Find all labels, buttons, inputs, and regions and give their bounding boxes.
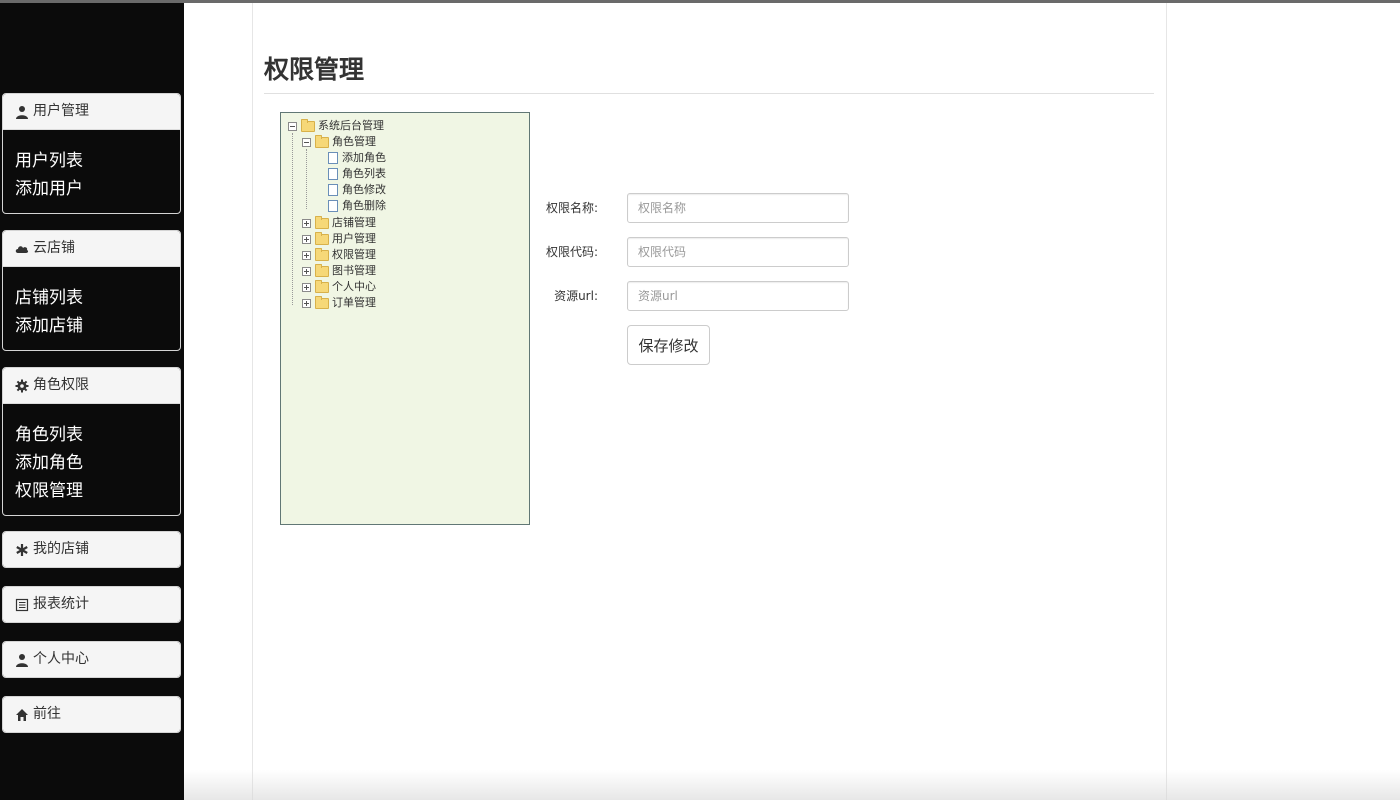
permission-tree: 系统后台管理 角色管理 添加角色 角色列表 角色修改 角色删除 店铺管理 用户管…	[280, 112, 530, 525]
sidebar-item-role-list[interactable]: 角色列表	[15, 421, 180, 449]
gear-icon	[15, 379, 29, 392]
cloud-icon	[15, 245, 29, 253]
file-icon	[328, 168, 338, 180]
sidebar-panel-personal-center: 个人中心	[2, 641, 181, 678]
collapse-icon[interactable]	[302, 137, 311, 147]
tree-node-label: 系统后台管理	[318, 119, 384, 132]
sidebar-item-permission-management[interactable]: 权限管理	[15, 477, 180, 505]
permission-name-label: 权限名称:	[545, 201, 598, 215]
folder-icon	[315, 263, 329, 277]
sidebar-item-add-user[interactable]: 添加用户	[15, 175, 180, 203]
sidebar-panel-go: 前往	[2, 696, 181, 733]
tree-node-shop-management[interactable]: 店铺管理	[302, 215, 376, 231]
expand-icon[interactable]	[302, 234, 311, 244]
save-changes-button[interactable]: 保存修改	[627, 325, 710, 365]
resource-url-input[interactable]	[627, 281, 849, 311]
folder-icon	[315, 231, 329, 245]
sidebar-panel-header-go[interactable]: 前往	[3, 697, 180, 732]
tree-node-label: 角色修改	[342, 183, 386, 196]
tree-node-label: 权限管理	[332, 248, 376, 261]
sidebar-panel-header-personal-center[interactable]: 个人中心	[3, 642, 180, 677]
tree-node-role-management[interactable]: 角色管理	[302, 134, 376, 150]
sidebar-panel-body: 店铺列表 添加店铺	[3, 267, 180, 350]
sidebar: 用户管理 用户列表 添加用户 云店铺 店铺列表 添加店铺 角色权限 角色列表 添…	[0, 3, 184, 800]
sidebar-panel-header-report-stats[interactable]: 报表统计	[3, 587, 180, 622]
permission-name-input[interactable]	[627, 193, 849, 223]
expand-icon[interactable]	[302, 266, 311, 276]
tree-node-edit-role[interactable]: 角色修改	[328, 182, 386, 198]
sidebar-panel-title: 用户管理	[33, 103, 89, 119]
collapse-icon[interactable]	[288, 121, 297, 131]
tree-node-order-management[interactable]: 订单管理	[302, 295, 376, 311]
expand-icon[interactable]	[302, 250, 311, 260]
tree-node-personal-center[interactable]: 个人中心	[302, 279, 376, 295]
sidebar-panel-title: 角色权限	[33, 377, 89, 393]
tree-node-label: 图书管理	[332, 264, 376, 277]
bottom-shadow	[184, 770, 1400, 800]
tree-node-label: 角色管理	[332, 135, 376, 148]
sidebar-panel-user-management: 用户管理 用户列表 添加用户	[2, 93, 181, 214]
sidebar-panel-report-stats: 报表统计	[2, 586, 181, 623]
expand-icon[interactable]	[302, 298, 311, 308]
resource-url-label: 资源url:	[554, 289, 598, 303]
tree-node-label: 订单管理	[332, 296, 376, 309]
sidebar-item-shop-list[interactable]: 店铺列表	[15, 284, 180, 312]
tree-node-label: 个人中心	[332, 280, 376, 293]
tree-node-root[interactable]: 系统后台管理	[288, 118, 384, 134]
tree-node-user-management[interactable]: 用户管理	[302, 231, 376, 247]
tree-connector	[292, 133, 293, 305]
sidebar-item-add-role[interactable]: 添加角色	[15, 449, 180, 477]
sidebar-panel-header-user-management[interactable]: 用户管理	[3, 94, 180, 130]
sidebar-panel-header-my-shop[interactable]: 我的店铺	[3, 532, 180, 567]
tree-node-book-management[interactable]: 图书管理	[302, 263, 376, 279]
list-alt-icon	[15, 598, 29, 611]
sidebar-item-user-list[interactable]: 用户列表	[15, 147, 180, 175]
tree-node-label: 添加角色	[342, 151, 386, 164]
folder-icon	[315, 295, 329, 309]
tree-node-label: 用户管理	[332, 232, 376, 245]
sidebar-panel-title: 云店铺	[33, 240, 75, 256]
sidebar-panel-title: 前往	[33, 706, 61, 722]
tree-node-permission-management[interactable]: 权限管理	[302, 247, 376, 263]
expand-icon[interactable]	[302, 218, 311, 228]
sidebar-item-add-shop[interactable]: 添加店铺	[15, 312, 180, 340]
file-icon	[328, 184, 338, 196]
title-divider	[264, 93, 1154, 94]
permission-code-input[interactable]	[627, 237, 849, 267]
tree-node-role-list[interactable]: 角色列表	[328, 166, 386, 182]
folder-icon	[301, 118, 315, 132]
sidebar-panel-cloud-shop: 云店铺 店铺列表 添加店铺	[2, 230, 181, 351]
sidebar-panel-title: 我的店铺	[33, 541, 89, 557]
tree-node-add-role[interactable]: 添加角色	[328, 150, 386, 166]
page-title: 权限管理	[264, 55, 365, 84]
home-icon	[16, 708, 28, 721]
tree-node-label: 店铺管理	[332, 216, 376, 229]
asterisk-icon	[16, 543, 28, 556]
tree-node-label: 角色删除	[342, 199, 386, 212]
sidebar-panel-title: 报表统计	[33, 596, 89, 612]
sidebar-panel-header-cloud-shop[interactable]: 云店铺	[3, 231, 180, 267]
sidebar-panel-my-shop: 我的店铺	[2, 531, 181, 568]
expand-icon[interactable]	[302, 282, 311, 292]
folder-icon	[315, 247, 329, 261]
tree-node-label: 角色列表	[342, 167, 386, 180]
user-icon	[16, 653, 28, 667]
tree-connector	[306, 149, 307, 209]
sidebar-panel-body: 用户列表 添加用户	[3, 130, 180, 213]
folder-icon	[315, 215, 329, 229]
sidebar-panel-title: 个人中心	[33, 651, 89, 667]
user-icon	[16, 105, 28, 119]
sidebar-panel-header-role-permission[interactable]: 角色权限	[3, 368, 180, 404]
tree-node-delete-role[interactable]: 角色删除	[328, 198, 386, 214]
file-icon	[328, 152, 338, 164]
file-icon	[328, 200, 338, 212]
folder-icon	[315, 279, 329, 293]
permission-code-label: 权限代码:	[545, 245, 598, 259]
folder-icon	[315, 134, 329, 148]
sidebar-panel-role-permission: 角色权限 角色列表 添加角色 权限管理	[2, 367, 181, 516]
sidebar-panel-body: 角色列表 添加角色 权限管理	[3, 404, 180, 515]
